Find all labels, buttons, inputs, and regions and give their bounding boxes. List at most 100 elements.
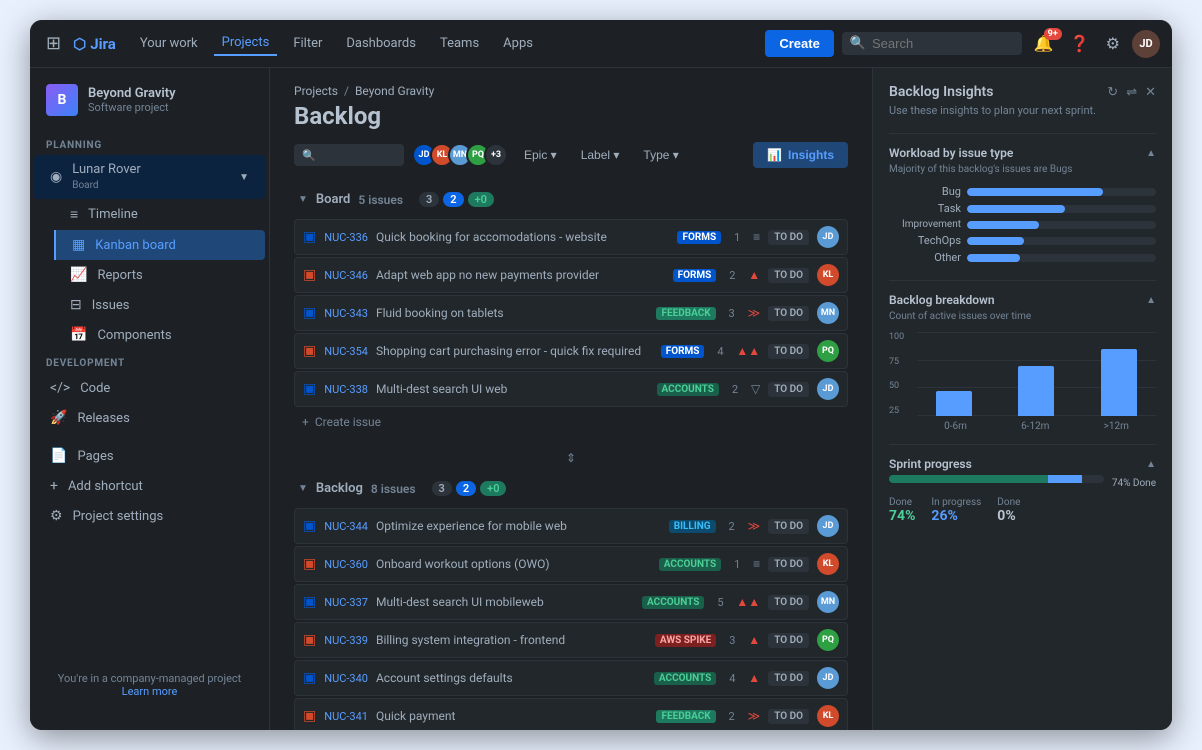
label-filter[interactable]: Label ▾	[573, 144, 628, 166]
search-box[interactable]: 🔍	[842, 32, 1022, 55]
sidebar-item-issues[interactable]: ⊟ Issues	[54, 290, 265, 320]
status-badge: TO DO	[768, 671, 809, 686]
sidebar-item-kanban-label: Kanban board	[95, 238, 176, 253]
board-section-header[interactable]: ▼ Board 5 issues 3 2 +0	[294, 184, 848, 215]
sidebar-item-pages[interactable]: 📄 Pages	[34, 441, 265, 471]
backlog-section-header[interactable]: ▼ Backlog 8 issues 3 2 +0	[294, 473, 848, 504]
table-row[interactable]: ▣ NUC-338 Multi-dest search UI web ACCOU…	[294, 371, 848, 407]
insights-button[interactable]: 📊 Insights	[753, 142, 848, 168]
sidebar-item-kanban[interactable]: ▦ Kanban board	[54, 230, 265, 260]
sidebar-item-timeline[interactable]: ≡ Timeline	[54, 199, 265, 230]
user-avatar[interactable]: JD	[1132, 30, 1160, 58]
table-row[interactable]: ▣ NUC-354 Shopping cart purchasing error…	[294, 333, 848, 369]
toolbar-search[interactable]: 🔍	[294, 144, 404, 166]
issue-avatar: MN	[817, 591, 839, 613]
development-label: DEVELOPMENT	[30, 350, 269, 373]
priority-icon: ▽	[751, 382, 760, 396]
bar-12m	[1018, 366, 1054, 416]
sprint-leg-inprogress: In progress 26%	[931, 497, 981, 524]
settings-button[interactable]: ⚙	[1102, 30, 1124, 57]
close-icon[interactable]: ✕	[1145, 85, 1156, 100]
breakdown-section: Backlog breakdown ▲ Count of active issu…	[889, 280, 1156, 444]
divider: ⇕	[294, 443, 848, 473]
top-nav: ⊞ ⬡ Jira Your work Projects Filter Dashb…	[30, 20, 1172, 68]
workload-bars: Bug Task Improvement	[889, 185, 1156, 264]
sidebar-item-lunar-rover[interactable]: ◉ Lunar RoverBoard ▼	[34, 155, 265, 199]
create-button[interactable]: Create	[765, 30, 833, 57]
insights-actions: ↻ ⇌ ✕	[1107, 85, 1156, 100]
sprint-inprogress-bar	[1048, 475, 1082, 483]
nav-projects[interactable]: Projects	[214, 31, 278, 56]
sprint-bar-row: 74% Done	[889, 475, 1156, 491]
avatars-group: JD KL MN PQ +3	[412, 143, 508, 167]
workload-label-techops: TechOps	[889, 234, 961, 247]
epic-filter[interactable]: Epic ▾	[516, 144, 565, 166]
nav-teams[interactable]: Teams	[432, 32, 487, 55]
grid-icon[interactable]: ⊞	[42, 29, 65, 58]
table-row[interactable]: ▣ NUC-360 Onboard workout options (OWO) …	[294, 546, 848, 582]
code-icon: </>	[50, 380, 70, 396]
backlog-area: Projects / Beyond Gravity Backlog 🔍 JD K…	[270, 68, 872, 730]
toolbar: 🔍 JD KL MN PQ +3 Epic ▾ Label ▾ Type ▾ 📊…	[294, 142, 848, 168]
toolbar-search-input[interactable]	[320, 148, 396, 162]
sidebar-item-components[interactable]: 📅 Components	[54, 320, 265, 350]
refresh-icon[interactable]: ↻	[1107, 85, 1118, 100]
issue-title: Onboard workout options (OWO)	[376, 557, 651, 571]
table-row[interactable]: ▣ NUC-341 Quick payment FEEDBACK 2 ≫ TO …	[294, 698, 848, 730]
issue-tag: FORMS	[661, 345, 705, 358]
type-filter[interactable]: Type ▾	[635, 144, 686, 166]
settings-icon[interactable]: ⇌	[1126, 85, 1137, 100]
app-window: ⊞ ⬡ Jira Your work Projects Filter Dashb…	[30, 20, 1172, 730]
create-issue-row[interactable]: + Create issue	[294, 409, 848, 435]
notifications-button[interactable]: 🔔 9+	[1030, 30, 1058, 57]
components-icon: 📅	[70, 327, 87, 343]
footer-link[interactable]: Learn more	[122, 685, 178, 698]
issue-title: Quick booking for accomodations - websit…	[376, 230, 670, 244]
nav-filter[interactable]: Filter	[285, 32, 330, 55]
workload-label-bug: Bug	[889, 185, 961, 198]
sidebar-item-releases[interactable]: 🚀 Releases	[34, 403, 265, 433]
avatar-more[interactable]: +3	[484, 143, 508, 167]
issue-avatar: KL	[817, 553, 839, 575]
jira-logo-icon: ⬡	[73, 35, 86, 53]
table-row[interactable]: ▣ NUC-339 Billing system integration - f…	[294, 622, 848, 658]
breadcrumb-projects[interactable]: Projects	[294, 84, 338, 98]
search-input[interactable]	[872, 36, 1014, 51]
sidebar-item-reports[interactable]: 📈 Reports	[54, 260, 265, 290]
nav-dashboards[interactable]: Dashboards	[338, 32, 424, 55]
project-settings-icon: ⚙	[50, 508, 63, 524]
nav-your-work[interactable]: Your work	[132, 32, 206, 55]
issue-tag: FEEDBACK	[656, 710, 715, 723]
sidebar-item-add-shortcut[interactable]: + Add shortcut	[34, 471, 265, 501]
table-row[interactable]: ▣ NUC-340 Account settings defaults ACCO…	[294, 660, 848, 696]
search-icon: 🔍	[850, 36, 866, 51]
table-row[interactable]: ▣ NUC-346 Adapt web app no new payments …	[294, 257, 848, 293]
sprint-section-header: Sprint progress ▲	[889, 457, 1156, 471]
y-label-25: 25	[889, 406, 904, 416]
issue-avatar: KL	[817, 264, 839, 286]
bar-group-gt12m	[1082, 332, 1156, 416]
bar-label-12m: 6-12m	[1021, 421, 1049, 432]
insights-subtitle: Use these insights to plan your next spr…	[889, 104, 1156, 117]
issue-num: 3	[724, 307, 740, 320]
nav-apps[interactable]: Apps	[495, 32, 541, 55]
project-header: B Beyond Gravity Software project	[30, 84, 269, 132]
sprint-chevron: ▲	[1146, 459, 1156, 470]
help-button[interactable]: ❓	[1066, 30, 1094, 57]
sidebar-item-lunar-rover-label: Lunar RoverBoard	[72, 162, 141, 192]
table-row[interactable]: ▣ NUC-337 Multi-dest search UI mobileweb…	[294, 584, 848, 620]
sprint-leg-done: Done 74%	[889, 497, 915, 524]
sprint-leg-remaining: Done 0%	[997, 497, 1020, 524]
sidebar: B Beyond Gravity Software project PLANNI…	[30, 68, 270, 730]
issue-avatar: MN	[817, 302, 839, 324]
issue-type-icon: ▣	[303, 267, 316, 283]
priority-icon: ▲	[748, 671, 760, 685]
table-row[interactable]: ▣ NUC-343 Fluid booking on tablets FEEDB…	[294, 295, 848, 331]
backlog-issues-count: 8 issues	[371, 482, 416, 496]
sidebar-item-project-settings[interactable]: ⚙ Project settings	[34, 501, 265, 531]
table-row[interactable]: ▣ NUC-336 Quick booking for accomodation…	[294, 219, 848, 255]
sprint-remaining-label: Done	[997, 497, 1020, 508]
breadcrumb-project[interactable]: Beyond Gravity	[355, 84, 434, 98]
table-row[interactable]: ▣ NUC-344 Optimize experience for mobile…	[294, 508, 848, 544]
sidebar-item-code[interactable]: </> Code	[34, 373, 265, 403]
